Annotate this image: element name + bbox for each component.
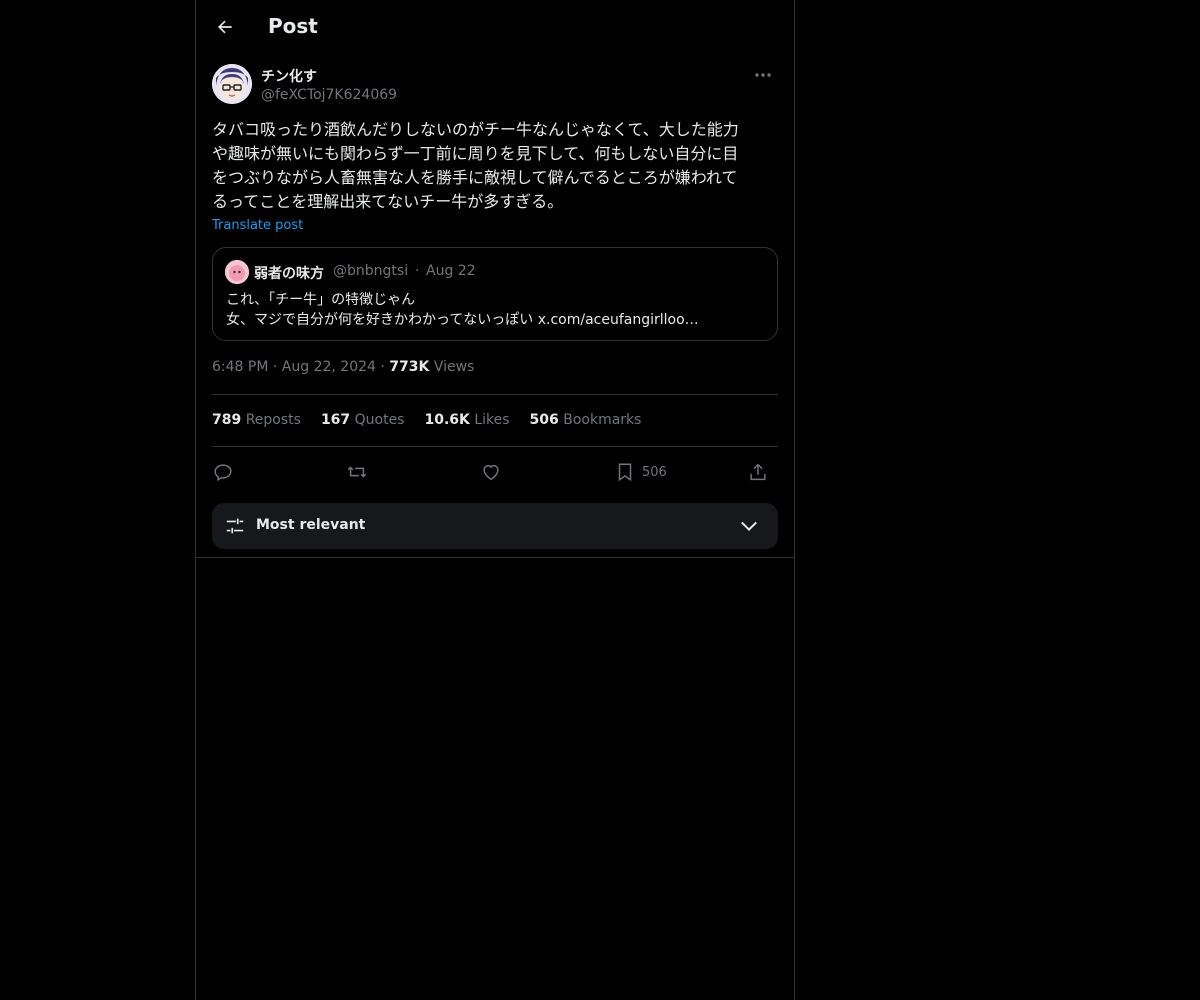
bookmark-button[interactable]: 506 — [614, 458, 667, 486]
post-author: チン化す @feXCToj7K624069 — [212, 64, 778, 108]
separator-dot: · — [415, 263, 420, 279]
reposts-label: Reposts — [245, 412, 301, 428]
post-text: タバコ吸ったり酒飲んだりしないのがチー牛なんじゃなくて、大した能力 や趣味が無い… — [212, 120, 739, 211]
share-button[interactable] — [747, 458, 769, 486]
back-button[interactable] — [210, 12, 240, 42]
arrow-left-icon — [218, 20, 232, 34]
repost-icon — [347, 466, 367, 478]
quote-avatar — [225, 260, 249, 284]
bookmarks-stat[interactable]: 506 Bookmarks — [530, 412, 642, 428]
quotes-count: 167 — [320, 412, 351, 428]
likes-label: Likes — [474, 412, 510, 428]
separator-dot: · — [272, 359, 282, 375]
quote-text: これ、「チー牛」の特徴じゃん 女、マジで自分が何を好きかわかってないっぽい x.… — [226, 290, 766, 330]
quote-date: Aug 22 — [426, 263, 476, 279]
like-button[interactable] — [480, 458, 502, 486]
translate-post-link[interactable]: Translate post — [212, 218, 303, 233]
bookmark-count: 506 — [642, 464, 667, 480]
post-meta: 6:48 PM · Aug 22, 2024 · 773K Views — [212, 359, 474, 375]
page-header: Post — [196, 0, 794, 54]
sort-replies-dropdown[interactable]: Most relevant — [212, 503, 778, 549]
post-detail: Post チン化す @feXCToj7K624069 タバコ吸ったり酒飲んだりし… — [196, 0, 794, 558]
bookmarks-label: Bookmarks — [563, 412, 642, 428]
share-icon — [750, 463, 766, 481]
main-column: Post チン化す @feXCToj7K624069 タバコ吸ったり酒飲んだりし… — [195, 0, 795, 1000]
bookmarks-count: 506 — [529, 412, 559, 428]
quotes-label: Quotes — [354, 412, 405, 428]
quote-line: これ、「チー牛」の特徴じゃん — [226, 292, 416, 308]
post-stats: 789 Reposts 167 Quotes 10.6K Likes 506 B… — [212, 412, 641, 428]
reply-icon — [214, 464, 232, 482]
heart-icon — [483, 464, 499, 481]
reply-button[interactable] — [212, 458, 234, 486]
quote-author-handle: @bnbngtsi — [333, 263, 409, 279]
more-icon — [755, 73, 771, 77]
author-handle[interactable]: @feXCToj7K624069 — [261, 87, 397, 103]
chevron-down-icon — [741, 521, 757, 532]
post-date[interactable]: Aug 22, 2024 — [282, 359, 376, 375]
divider — [212, 446, 778, 447]
quotes-stat[interactable]: 167 Quotes — [321, 412, 405, 428]
more-button[interactable] — [748, 64, 778, 86]
likes-count: 10.6K — [424, 412, 470, 428]
reposts-stat[interactable]: 789 Reposts — [212, 412, 301, 428]
quote-author-name: 弱者の味方 — [254, 266, 324, 282]
author-name[interactable]: チン化す — [261, 66, 317, 86]
action-bar: 506 — [212, 458, 778, 486]
likes-stat[interactable]: 10.6K Likes — [424, 412, 509, 428]
views-label: Views — [433, 359, 475, 375]
sort-label: Most relevant — [256, 517, 366, 533]
separator-dot: · — [380, 359, 390, 375]
author-avatar[interactable] — [212, 64, 252, 104]
post-time[interactable]: 6:48 PM — [212, 359, 268, 375]
repost-button[interactable] — [345, 458, 369, 486]
bookmark-icon — [618, 463, 632, 482]
reposts-count: 789 — [212, 412, 242, 428]
divider — [212, 394, 778, 395]
quoted-post[interactable]: 弱者の味方 @bnbngtsi · Aug 22 これ、「チー牛」の特徴じゃん … — [212, 247, 778, 341]
quote-line: 女、マジで自分が何を好きかわかってないっぽい x.com/aceufangirl… — [226, 312, 699, 328]
views-count: 773K — [389, 359, 430, 375]
sliders-icon — [226, 518, 244, 534]
page-title: Post — [268, 14, 318, 38]
